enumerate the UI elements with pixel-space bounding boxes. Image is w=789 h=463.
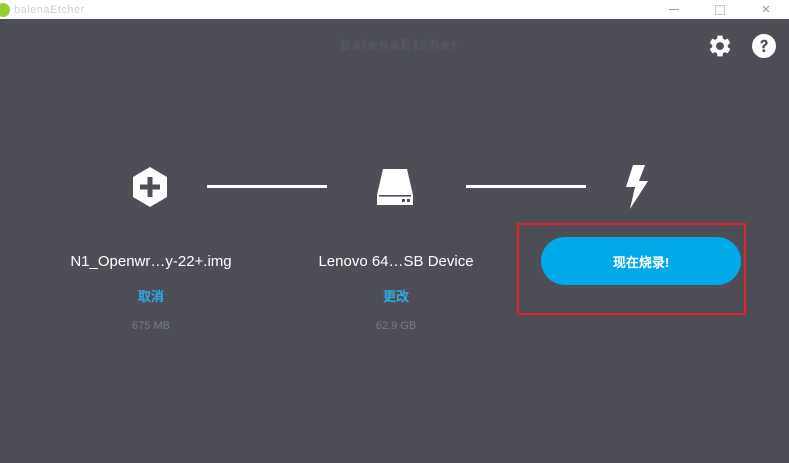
selected-drive-name: Lenovo 64…SB Device xyxy=(318,253,474,270)
maximize-button[interactable] xyxy=(697,0,743,19)
minimize-button[interactable] xyxy=(651,0,697,19)
app-logo-icon xyxy=(0,2,10,17)
step-connector-2 xyxy=(466,185,586,188)
image-size: 675 MB xyxy=(132,320,170,332)
select-drive-step-icon xyxy=(371,163,419,211)
cancel-image-link[interactable]: 取消 xyxy=(31,286,271,305)
lightning-icon xyxy=(626,165,648,209)
minimize-icon xyxy=(669,9,679,10)
flash-now-button[interactable]: 现在烧录! xyxy=(541,237,741,285)
step-connector-1 xyxy=(207,185,327,188)
help-button[interactable] xyxy=(751,33,777,59)
etcher-window: balenaEtcher ✕ balenaEtcher N1_Openwr…y-… xyxy=(0,0,789,463)
title-bar: balenaEtcher ✕ xyxy=(0,0,789,19)
drive-icon xyxy=(377,169,413,205)
close-icon: ✕ xyxy=(761,4,771,16)
plus-hexagon-icon xyxy=(133,167,167,207)
flash-step-icon xyxy=(612,163,660,211)
window-title: balenaEtcher xyxy=(14,3,85,16)
close-button[interactable]: ✕ xyxy=(743,0,789,19)
selected-image-name: N1_Openwr…y-22+.img xyxy=(70,253,232,270)
app-logo: balenaEtcher xyxy=(340,37,460,54)
help-icon xyxy=(752,34,776,58)
select-image-step-icon xyxy=(126,163,174,211)
maximize-icon xyxy=(715,4,725,15)
drive-size: 62.9 GB xyxy=(375,320,417,332)
gear-icon xyxy=(709,35,731,57)
window-controls: ✕ xyxy=(651,0,789,19)
settings-button[interactable] xyxy=(707,33,733,59)
change-drive-link[interactable]: 更改 xyxy=(276,286,516,305)
